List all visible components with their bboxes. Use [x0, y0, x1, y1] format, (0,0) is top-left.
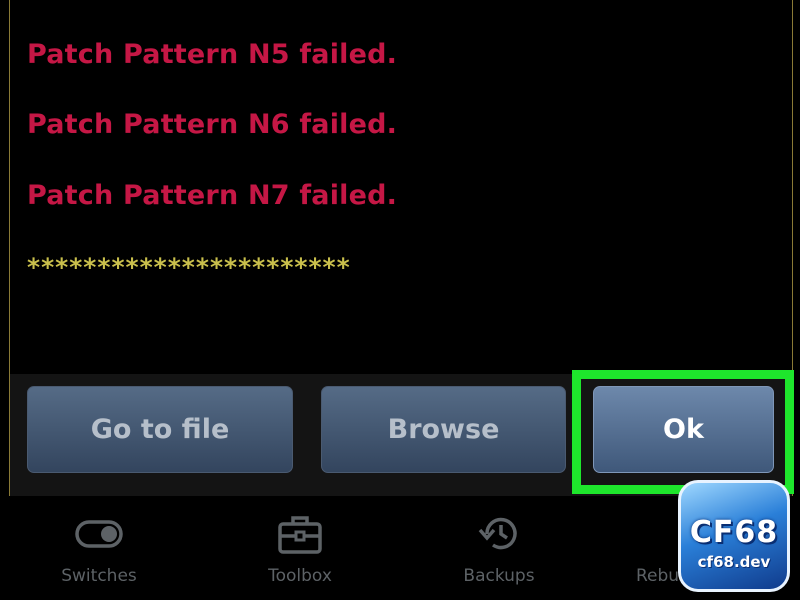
logo-main-text: CF68 — [689, 515, 779, 550]
cf68-watermark-logo: CF68 cf68.dev — [678, 480, 790, 592]
nav-label-switches: Switches — [61, 566, 137, 586]
toggle-switch-icon — [75, 520, 123, 548]
nav-item-rebuild[interactable]: Rebuild — [623, 500, 683, 600]
nav-item-toolbox[interactable]: Toolbox — [230, 500, 370, 600]
log-line-n5: Patch Pattern N5 failed. — [27, 39, 398, 70]
dialog-button-bar: Go to file Browse Ok — [10, 374, 792, 496]
browse-button[interactable]: Browse — [321, 386, 566, 473]
log-line-n6: Patch Pattern N6 failed. — [27, 109, 398, 140]
nav-label-toolbox: Toolbox — [268, 566, 332, 586]
toolbox-icon — [278, 516, 322, 554]
nav-item-backups[interactable]: Backups — [429, 500, 569, 600]
logo-sub-text: cf68.dev — [697, 553, 771, 571]
log-separator: *********************** — [27, 253, 351, 282]
nav-label-backups: Backups — [463, 566, 535, 586]
nav-item-switches[interactable]: Switches — [29, 500, 169, 600]
log-line-n7: Patch Pattern N7 failed. — [27, 180, 398, 211]
go-to-file-button[interactable]: Go to file — [27, 386, 293, 473]
ok-button[interactable]: Ok — [593, 386, 774, 473]
nav-label-rebuild: Rebuild — [636, 566, 683, 586]
patch-result-dialog: Patch Pattern N5 failed. Patch Pattern N… — [9, 0, 793, 496]
backup-restore-icon — [478, 517, 517, 550]
lucky-patcher-screen: Patch Pattern N5 failed. Patch Pattern N… — [0, 0, 800, 600]
